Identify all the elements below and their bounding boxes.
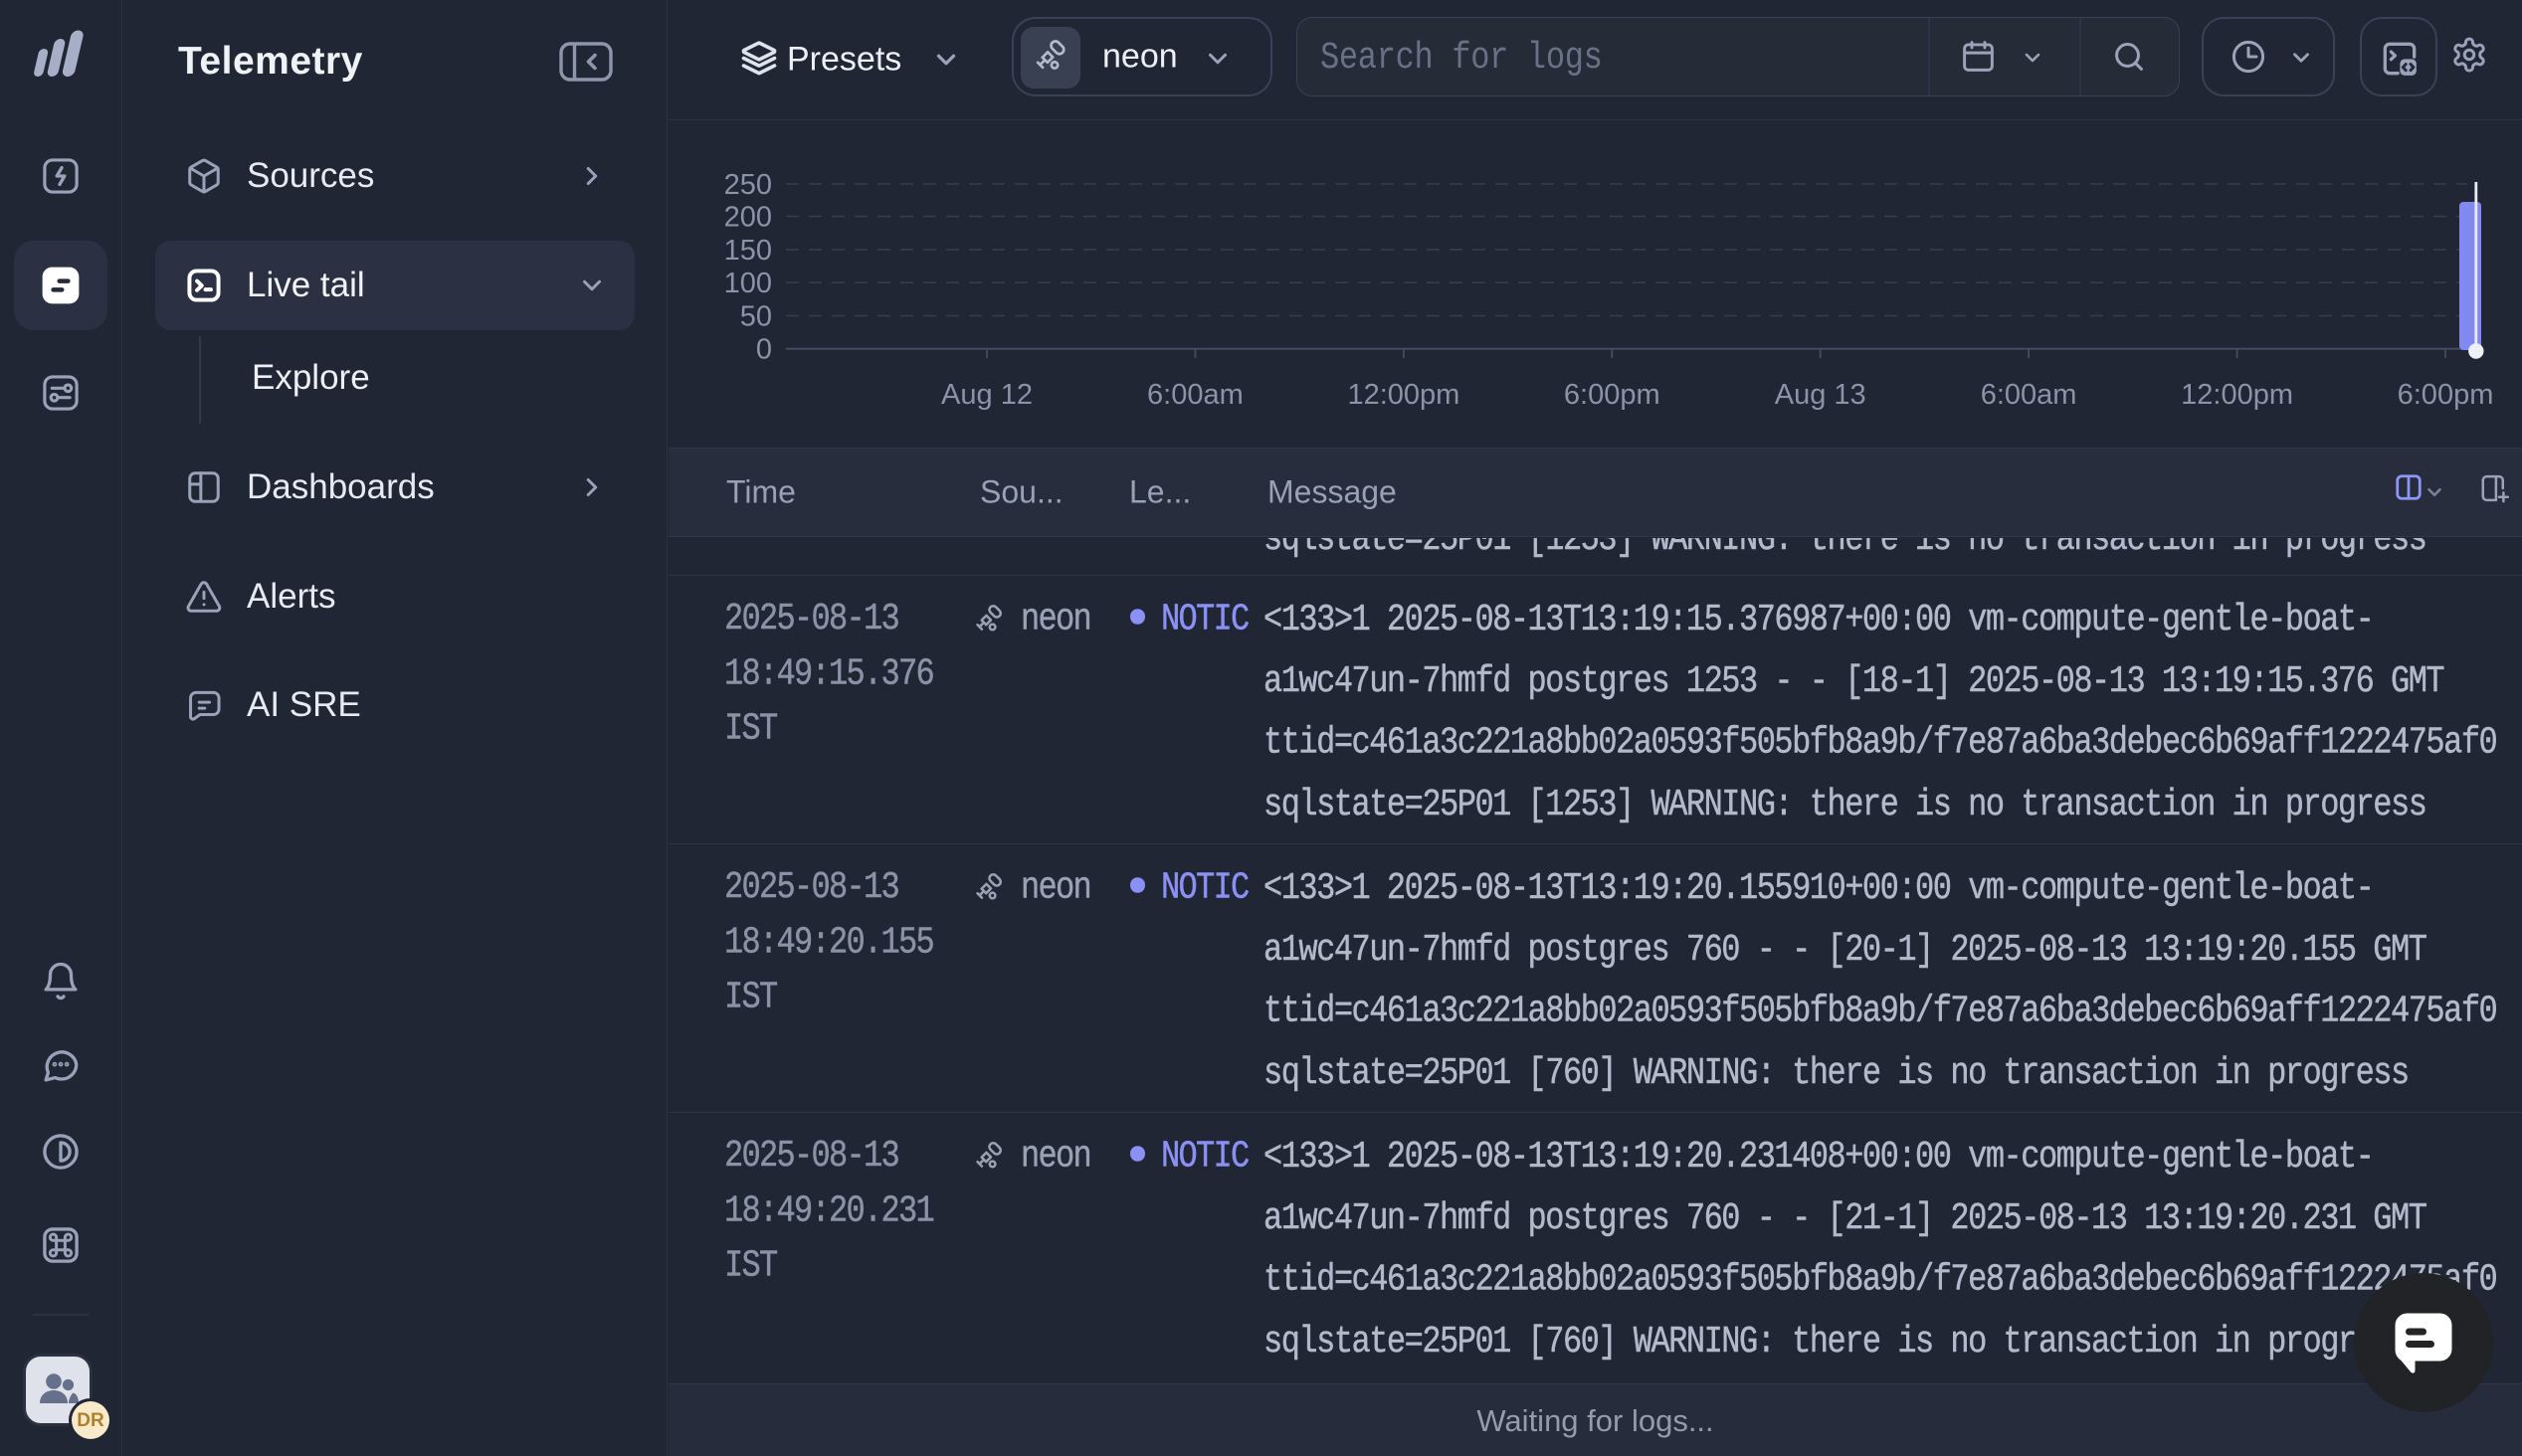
svg-text:12:00pm: 12:00pm [2181, 379, 2293, 411]
svg-text:Aug 13: Aug 13 [1775, 379, 1866, 411]
svg-text:250: 250 [724, 169, 772, 201]
svg-text:6:00pm: 6:00pm [2398, 379, 2494, 411]
svg-text:0: 0 [756, 334, 772, 366]
svg-text:150: 150 [724, 235, 772, 267]
svg-text:200: 200 [724, 202, 772, 234]
svg-text:6:00am: 6:00am [1981, 379, 2077, 411]
svg-text:6:00pm: 6:00pm [1564, 379, 1660, 411]
svg-text:Aug 12: Aug 12 [941, 379, 1033, 411]
svg-text:6:00am: 6:00am [1147, 379, 1244, 411]
svg-text:100: 100 [724, 268, 772, 299]
svg-text:50: 50 [740, 301, 772, 333]
svg-text:12:00pm: 12:00pm [1347, 379, 1459, 411]
